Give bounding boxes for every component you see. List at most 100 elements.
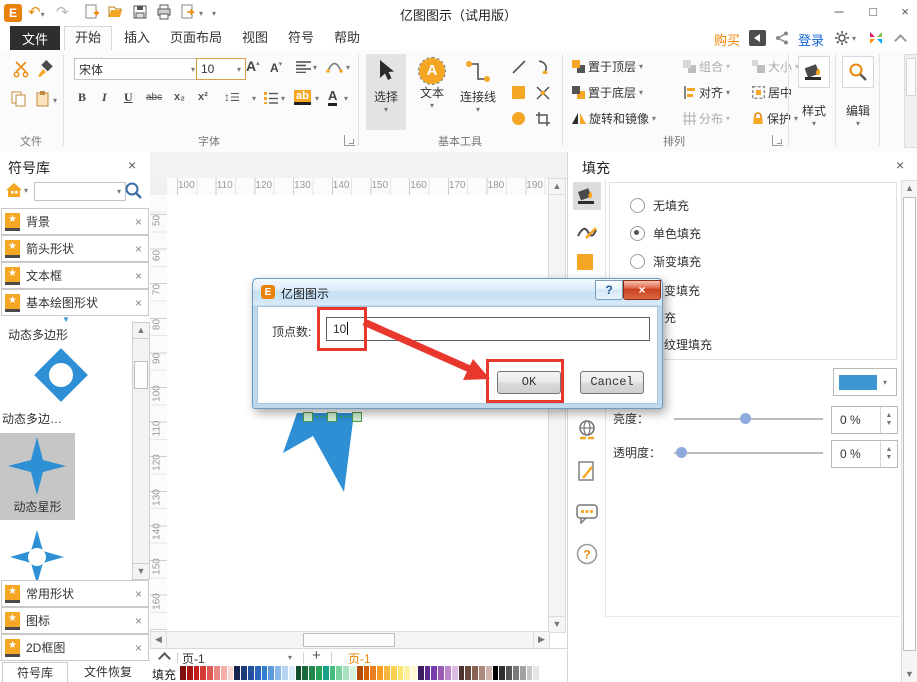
palette-swatch[interactable] [255,666,261,680]
scroll-down-icon[interactable]: ▼ [549,616,565,632]
fill-option-fragment[interactable]: 充 [664,309,676,326]
palette-swatch[interactable] [459,666,465,680]
palette-swatch[interactable] [330,666,336,680]
palette-swatch[interactable] [438,666,444,680]
palette-swatch[interactable] [180,666,186,680]
transparency-slider[interactable] [674,452,823,454]
palette-swatch[interactable] [357,666,363,680]
shape-dynamic-polygon[interactable] [30,344,92,409]
crop-tool-icon[interactable] [536,112,550,129]
palette-swatch[interactable] [268,666,274,680]
rectangle-tool-icon[interactable] [512,86,525,99]
tab-symbols[interactable]: 符号 [278,26,324,50]
palette-swatch[interactable] [513,666,519,680]
category-common-shapes[interactable]: ★常用形状× [1,580,149,607]
subscript-button[interactable]: x₂ [174,91,185,103]
close-icon[interactable]: × [135,242,142,256]
palette-swatch[interactable] [486,666,492,680]
line-spacing-dropdown-icon[interactable]: ▾ [252,94,256,103]
paste-dropdown-icon[interactable]: ▾ [53,96,57,105]
close-icon[interactable]: × [135,587,142,601]
shape-dynamic-star-selected[interactable]: 动态星形 [0,433,75,520]
palette-swatch[interactable] [323,666,329,680]
arrange-dialog-launcher[interactable] [772,135,783,146]
palette-swatch[interactable] [194,666,200,680]
collapse-pages-icon[interactable] [158,652,171,665]
tab-file-recovery[interactable]: 文件恢复 [76,662,140,681]
spinner-icons[interactable]: ▲▼ [880,441,897,467]
page-dropdown-icon[interactable]: ▾ [288,653,292,662]
strikethrough-button[interactable]: abc [146,92,162,103]
dialog-close-button[interactable]: × [623,280,661,300]
scroll-left-icon[interactable]: ◀ [151,632,167,647]
palette-swatch[interactable] [391,666,397,680]
buy-link[interactable]: 购买 [714,30,740,49]
palette-swatch[interactable] [527,666,533,680]
scrollbar-thumb[interactable] [134,361,148,389]
close-panel-icon[interactable]: × [896,157,904,173]
close-icon[interactable]: × [135,641,142,655]
palette-swatch[interactable] [350,666,356,680]
font-color-dropdown-icon[interactable]: ▾ [344,94,348,103]
category-text-box[interactable]: ★文本框× [1,262,149,289]
palette-swatch[interactable] [296,666,302,680]
bring-to-front-button[interactable]: 置于顶层▾ [572,58,643,75]
minimize-button[interactable]: ─ [824,0,854,24]
close-icon[interactable]: × [135,614,142,628]
palette-swatch[interactable] [221,666,227,680]
add-page-button[interactable]: + [312,647,321,664]
fill-option-fragment[interactable]: 变填充 [664,282,700,299]
line-spacing-button[interactable]: ↕☰ [224,90,240,104]
close-button[interactable]: × [890,0,917,24]
brightness-spinbox[interactable]: 0 % ▲▼ [831,406,898,434]
palette-swatch[interactable] [506,666,512,680]
select-tool-button[interactable]: 选择 ▾ [366,54,406,130]
tab-help[interactable]: 帮助 [324,26,370,50]
ellipse-tool-icon[interactable] [512,112,525,125]
palette-swatch[interactable] [289,666,295,680]
scroll-right-icon[interactable]: ▶ [533,632,549,647]
palette-swatch[interactable] [384,666,390,680]
edraw-suite-icon[interactable] [868,30,884,49]
text-tool-button[interactable]: A 文本 ▾ [412,54,452,130]
symbol-search-select[interactable]: ▾ [34,182,126,201]
center-button[interactable]: 居中 [752,84,792,101]
palette-swatch[interactable] [418,666,424,680]
tab-home[interactable]: 开始 [64,26,112,51]
superscript-button[interactable]: x² [198,91,208,103]
palette-swatch[interactable] [336,666,342,680]
align-button[interactable]: 对齐▾ [683,84,730,101]
arc-tool-icon[interactable] [536,60,550,77]
palette-swatch[interactable] [200,666,206,680]
category-2d-block[interactable]: ★2D框图× [1,634,149,661]
palette-swatch[interactable] [241,666,247,680]
italic-button[interactable]: I [102,90,107,105]
close-icon[interactable]: × [135,269,142,283]
palette-swatch[interactable] [282,666,288,680]
spinner-icons[interactable]: ▲▼ [880,407,897,433]
scroll-down-icon[interactable]: ▼ [133,563,149,579]
palette-swatch[interactable] [377,666,383,680]
fill-color-swatch[interactable]: ▾ [833,368,897,396]
category-background[interactable]: ★背景× [1,208,149,235]
transparency-spinbox[interactable]: 0 % ▲▼ [831,440,898,468]
grow-font-button[interactable]: A▴ [246,58,260,74]
palette-swatch[interactable] [248,666,254,680]
close-icon[interactable]: × [135,296,142,310]
bullet-list-button[interactable] [264,91,278,107]
curved-text-dropdown-icon[interactable]: ▾ [346,63,350,72]
palette-swatch[interactable] [431,666,437,680]
palette-swatch[interactable] [472,666,478,680]
copy-icon[interactable] [10,90,28,111]
scroll-up-icon[interactable]: ▲ [902,181,917,195]
selection-handle[interactable] [352,412,362,422]
hyperlink-tab-icon[interactable] [573,416,601,444]
scroll-down-icon[interactable]: ▼ [902,667,917,681]
palette-swatch[interactable] [316,666,322,680]
transparency-slider-thumb[interactable] [676,447,687,458]
scroll-up-icon[interactable]: ▲ [133,323,149,339]
panel-scrollbar[interactable]: ▲ ▼ [901,180,917,682]
palette-swatch[interactable] [411,666,417,680]
dialog-help-button[interactable]: ? [595,280,623,300]
protect-button[interactable]: 保护▾ [752,110,798,127]
